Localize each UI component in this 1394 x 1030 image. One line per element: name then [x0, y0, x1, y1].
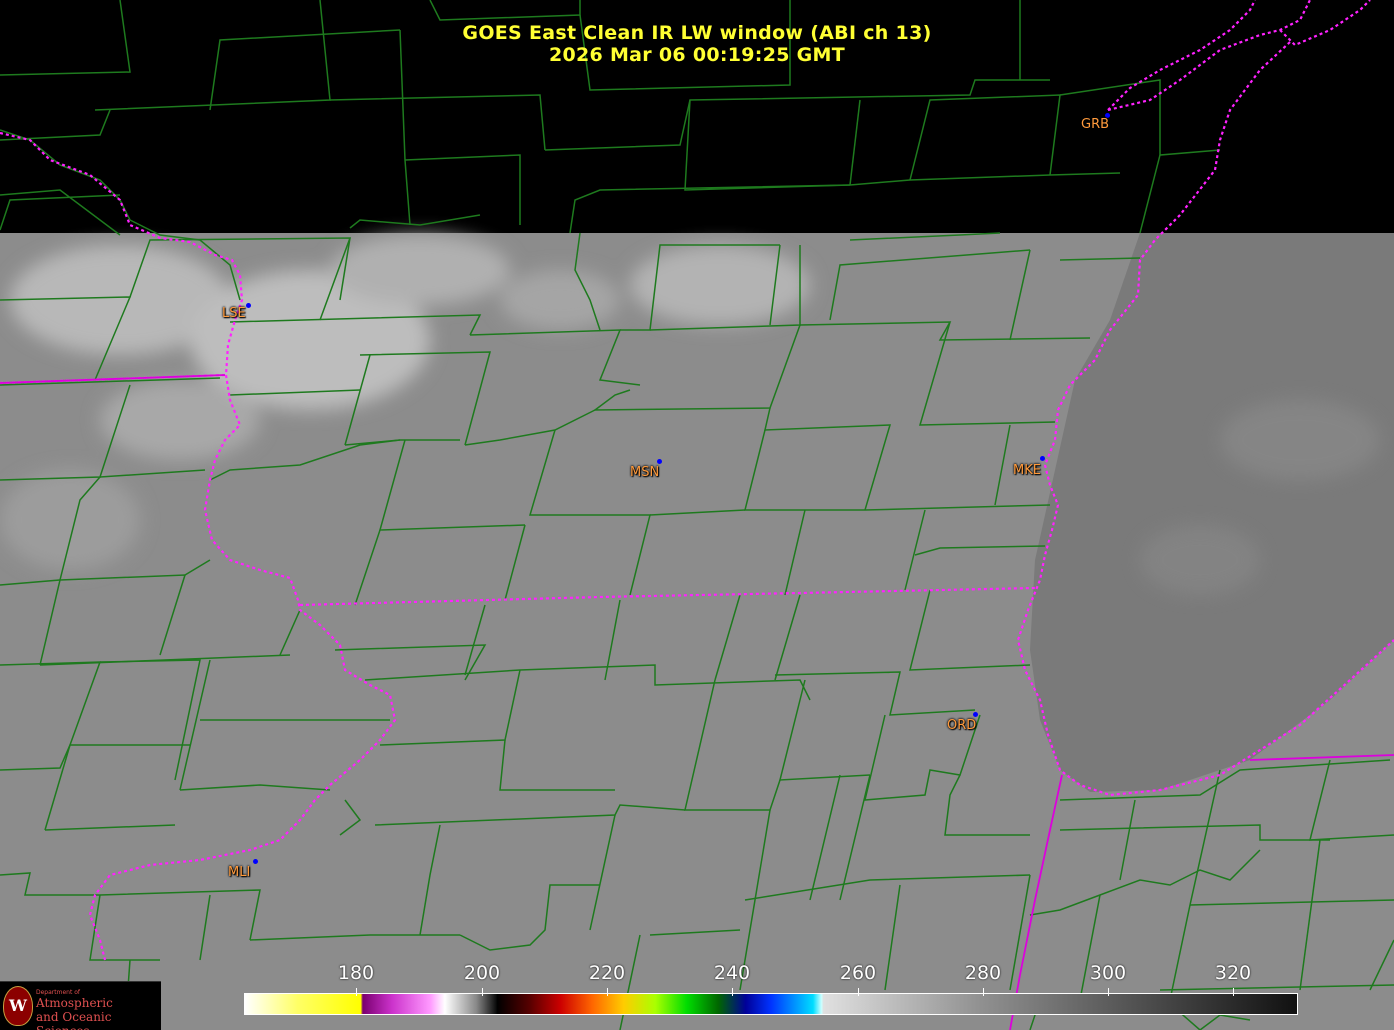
uw-seal-icon: W	[3, 986, 33, 1026]
station-label-msn: MSN	[630, 465, 660, 480]
image-title: GOES East Clean IR LW window (ABI ch 13)	[462, 22, 932, 44]
aos-logo: W Department of Atmospheric and Oceanic …	[0, 981, 161, 1030]
colorbar-tick-label: 180	[337, 962, 375, 984]
colorbar-tick-mark	[983, 988, 984, 996]
colorbar-tick-label: 220	[588, 962, 626, 984]
logo-line2: and Oceanic Sciences	[36, 1010, 112, 1030]
station-label-grb: GRB	[1081, 117, 1110, 132]
colorbar-tick-mark	[732, 988, 733, 996]
station-label-mli: MLI	[228, 865, 251, 880]
station-dot-lse	[246, 303, 251, 308]
ir-satellite-map	[0, 0, 1394, 1030]
colorbar-tick-mark	[1108, 988, 1109, 996]
colorbar-tick-label: 200	[463, 962, 501, 984]
colorbar-tick-label: 280	[964, 962, 1002, 984]
station-label-ord: ORD	[947, 718, 977, 733]
satellite-image-viewer: GOES East Clean IR LW window (ABI ch 13)…	[0, 0, 1394, 1030]
station-dot-mli	[253, 859, 258, 864]
temperature-colorbar	[244, 993, 1298, 1015]
colorbar-tick-mark	[356, 988, 357, 996]
station-label-mke: MKE	[1013, 463, 1041, 478]
colorbar-tick-label: 320	[1214, 962, 1252, 984]
colorbar-tick-label: 300	[1089, 962, 1127, 984]
logo-line1: Atmospheric	[36, 996, 113, 1010]
colorbar-tick-label: 260	[839, 962, 877, 984]
image-timestamp: 2026 Mar 06 00:19:25 GMT	[548, 44, 846, 66]
logo-department-text: Department of	[36, 989, 80, 996]
colorbar-tick-mark	[607, 988, 608, 996]
station-label-lse: LSE	[222, 306, 246, 321]
colorbar-tick-mark	[482, 988, 483, 996]
station-dot-mke	[1040, 456, 1045, 461]
station-dot-msn	[657, 459, 662, 464]
colorbar-tick-label: 240	[713, 962, 751, 984]
colorbar-tick-mark	[1233, 988, 1234, 996]
station-dot-ord	[973, 712, 978, 717]
colorbar-tick-mark	[858, 988, 859, 996]
